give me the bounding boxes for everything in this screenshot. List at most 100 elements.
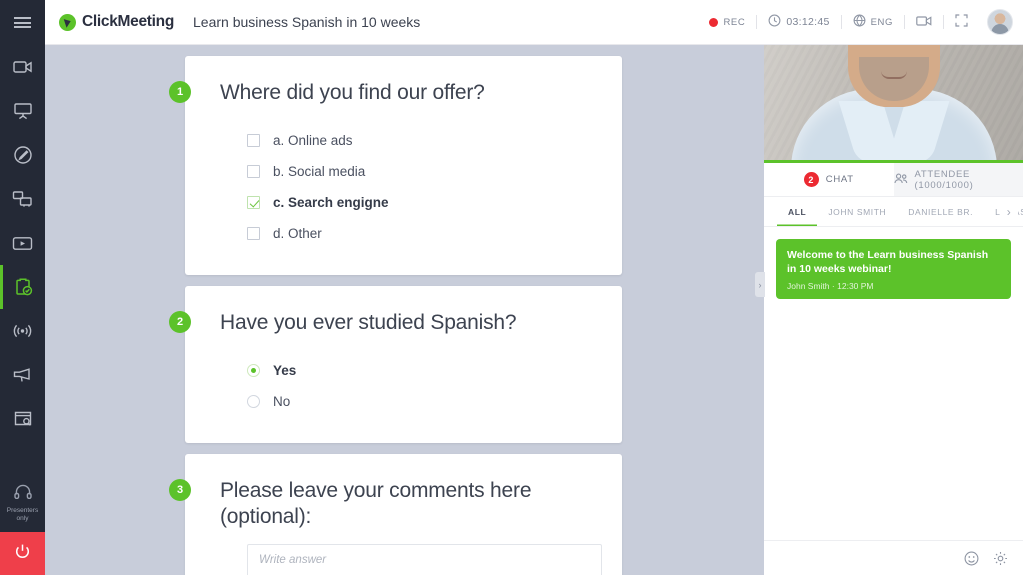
option-label: b. Social media (273, 164, 366, 179)
chat-message-list: Welcome to the Learn business Spanish in… (764, 227, 1023, 540)
radio-icon[interactable] (247, 395, 260, 408)
tab-attendee-label: ATTENDEE (1000/1000) (914, 168, 974, 191)
sub-tab-john-smith[interactable]: JOHN SMITH (817, 197, 897, 226)
tab-attendee[interactable]: ATTENDEE (1000/1000) (893, 163, 1023, 196)
sub-tab-next-arrow-icon[interactable]: › (1000, 197, 1018, 226)
elapsed-time-value: 03:12:45 (786, 16, 830, 28)
sidebar-item-survey[interactable] (0, 265, 45, 309)
sidebar-item-camera[interactable] (0, 45, 45, 89)
user-avatar[interactable] (987, 9, 1013, 35)
camera-icon (12, 59, 33, 75)
option-label: Yes (273, 363, 297, 378)
window-search-icon (13, 410, 33, 428)
question-number: 3 (169, 479, 191, 501)
emoji-icon[interactable] (964, 551, 979, 566)
option-row[interactable]: Yes (247, 355, 594, 386)
brand-name: ClickMeeting (82, 13, 175, 30)
tab-chat[interactable]: 2 CHAT (764, 163, 894, 196)
main-area: ClickMeeting Learn business Spanish in 1… (45, 0, 1023, 575)
language-label: ENG (870, 16, 893, 28)
option-row[interactable]: c. Search engigne (247, 187, 594, 218)
left-toolbar: Presenters only (0, 0, 45, 575)
question-card: 3 Please leave your comments here (optio… (169, 454, 622, 575)
checkbox-icon[interactable] (247, 227, 260, 240)
chat-tab-bar: 2 CHAT ATTENDEE (1000/1000) (764, 163, 1023, 197)
power-icon (14, 543, 31, 565)
presenter-mouth (880, 71, 907, 79)
sidebar-item-call-to-action[interactable] (0, 353, 45, 397)
checkbox-icon[interactable] (247, 165, 260, 178)
gear-icon[interactable] (993, 551, 1008, 566)
chat-message-separator: · (831, 281, 835, 291)
language-selector[interactable]: ENG (842, 14, 904, 30)
fullscreen-icon (955, 14, 968, 30)
option-row[interactable]: b. Social media (247, 156, 594, 187)
checkbox-icon[interactable] (247, 134, 260, 147)
elapsed-time[interactable]: 03:12:45 (757, 14, 840, 30)
question-title: Please leave your comments here (optiona… (220, 479, 532, 528)
hamburger-icon (14, 15, 31, 31)
broadcast-signal-icon (12, 322, 33, 340)
attendee-people-icon (893, 173, 908, 187)
chat-input-bar (764, 540, 1023, 575)
megaphone-icon (12, 367, 33, 384)
question-title: Where did you find our offer? (220, 81, 485, 104)
sidebar-item-streaming[interactable] (0, 309, 45, 353)
active-speaker-indicator (764, 160, 1023, 163)
option-row[interactable]: d. Other (247, 218, 594, 249)
globe-icon (853, 14, 866, 30)
comment-answer-input[interactable] (247, 544, 602, 575)
option-label: c. Search engigne (273, 195, 389, 210)
survey-clipboard-check-icon (13, 277, 33, 297)
option-label: d. Other (273, 226, 322, 241)
chat-message: Welcome to the Learn business Spanish in… (776, 239, 1011, 299)
radio-checked-icon[interactable] (247, 364, 260, 377)
sub-tab-danielle-br[interactable]: DANIELLE BR. (897, 197, 984, 226)
headphones-icon (13, 484, 32, 504)
option-label: a. Online ads (273, 133, 353, 148)
clickmeeting-webinar-room: Presenters only ClickMeeting Learn busin… (0, 0, 1023, 575)
chat-unread-badge: 2 (803, 172, 819, 187)
option-row[interactable]: a. Online ads (247, 125, 594, 156)
chat-message-time: 12:30 PM (837, 281, 874, 291)
sidebar-item-presentation[interactable] (0, 89, 45, 133)
recording-indicator[interactable]: REC (698, 17, 756, 28)
question-card: 2 Have you ever studied Spanish? Yes No (169, 286, 622, 443)
sub-tab-all[interactable]: ALL (777, 197, 817, 226)
presentation-screen-icon (13, 102, 33, 120)
question-number: 1 (169, 81, 191, 103)
camera-toggle-button[interactable] (905, 15, 943, 30)
checkbox-checked-icon[interactable] (247, 196, 260, 209)
sidebar-item-screen-share[interactable] (0, 177, 45, 221)
chat-sub-tab-bar: ALL JOHN SMITH DANIELLE BR. LUCAS C › (764, 197, 1023, 227)
option-list: Yes No (220, 355, 594, 417)
panel-collapse-handle[interactable]: › (755, 272, 765, 297)
chat-message-text: Welcome to the Learn business Spanish in… (787, 249, 989, 275)
brand-logo: ClickMeeting (59, 13, 174, 31)
video-play-icon (12, 236, 33, 251)
toolbar-items (0, 45, 45, 441)
sidebar-item-whiteboard[interactable] (0, 133, 45, 177)
top-bar-controls: REC 03:12:45 ENG (698, 9, 1023, 35)
question-number: 2 (169, 311, 191, 333)
option-label: No (273, 394, 291, 409)
option-row[interactable]: No (247, 386, 594, 417)
right-panel: › 2 CHAT ATTENDEE (1000/1000) ALL JOHN S… (755, 0, 1023, 575)
pen-circle-icon (13, 145, 33, 165)
camera-icon (916, 15, 932, 30)
end-event-button[interactable] (0, 532, 45, 575)
question-title: Have you ever studied Spanish? (220, 311, 517, 334)
hamburger-menu-button[interactable] (0, 0, 45, 45)
fullscreen-button[interactable] (944, 14, 979, 30)
sidebar-item-video-player[interactable] (0, 221, 45, 265)
clickmeeting-logo-icon (59, 13, 76, 31)
question-card: 1 Where did you find our offer? a. Onlin… (169, 56, 622, 275)
presenters-only-button[interactable]: Presenters only (0, 478, 45, 532)
sidebar-item-browse[interactable] (0, 397, 45, 441)
presenters-only-label: Presenters only (6, 507, 39, 522)
tab-chat-label: CHAT (825, 174, 854, 185)
chat-message-meta: John Smith · 12:30 PM (787, 281, 1000, 291)
option-list: a. Online ads b. Social media c. Search … (220, 125, 594, 249)
recording-label: REC (723, 16, 746, 28)
screen-share-icon (12, 190, 33, 208)
